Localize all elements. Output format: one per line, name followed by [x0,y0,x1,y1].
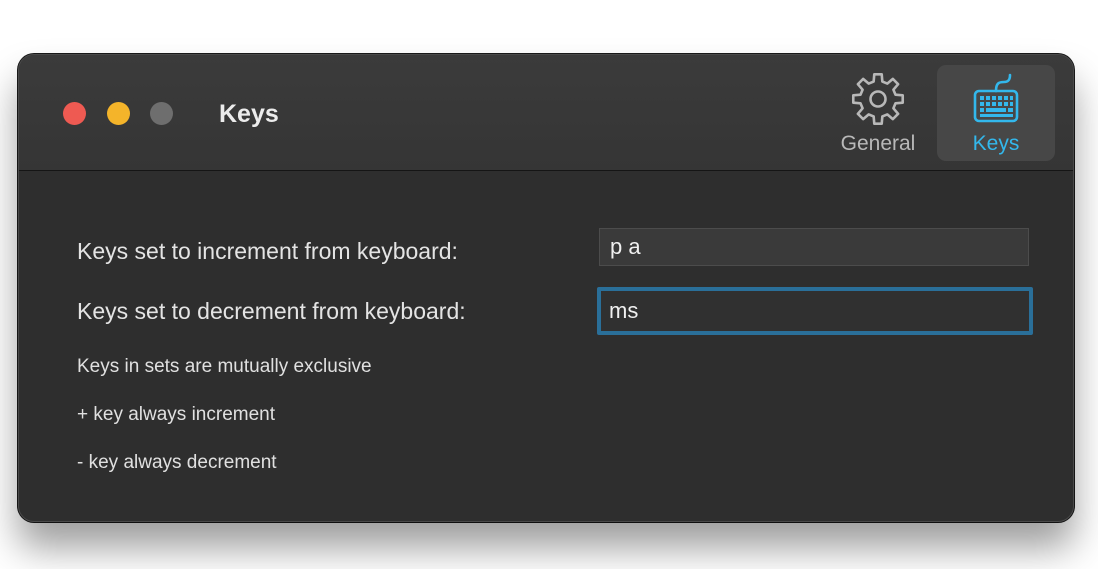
close-window-button[interactable] [63,102,86,125]
window-titlebar: Keys General Keys [19,55,1073,171]
minimize-window-button[interactable] [107,102,130,125]
toolbar-tab-general[interactable]: General [819,65,937,161]
increment-keys-label: Keys set to increment from keyboard: [77,238,458,264]
toolbar-tab-general-label: General [840,132,916,155]
gear-icon [851,72,905,126]
keyboard-icon [973,73,1019,123]
screenshot-stage: Keys General Keys Keys set to increment … [0,0,1098,569]
plus-key-note: + key always increment [77,404,275,425]
toolbar-tab-keys[interactable]: Keys [937,65,1055,161]
zoom-window-button[interactable] [150,102,173,125]
increment-keys-field[interactable] [599,228,1029,266]
mutually-exclusive-note: Keys in sets are mutually exclusive [77,356,372,377]
window-title: Keys [219,100,279,128]
preferences-window: Keys General Keys Keys set to increment … [18,54,1074,522]
minus-key-note: - key always decrement [77,452,277,473]
decrement-keys-field[interactable] [597,287,1033,335]
keys-settings-panel: Keys set to increment from keyboard: Key… [19,171,1073,521]
decrement-keys-label: Keys set to decrement from keyboard: [77,298,466,324]
toolbar-tab-keys-label: Keys [972,132,1020,155]
